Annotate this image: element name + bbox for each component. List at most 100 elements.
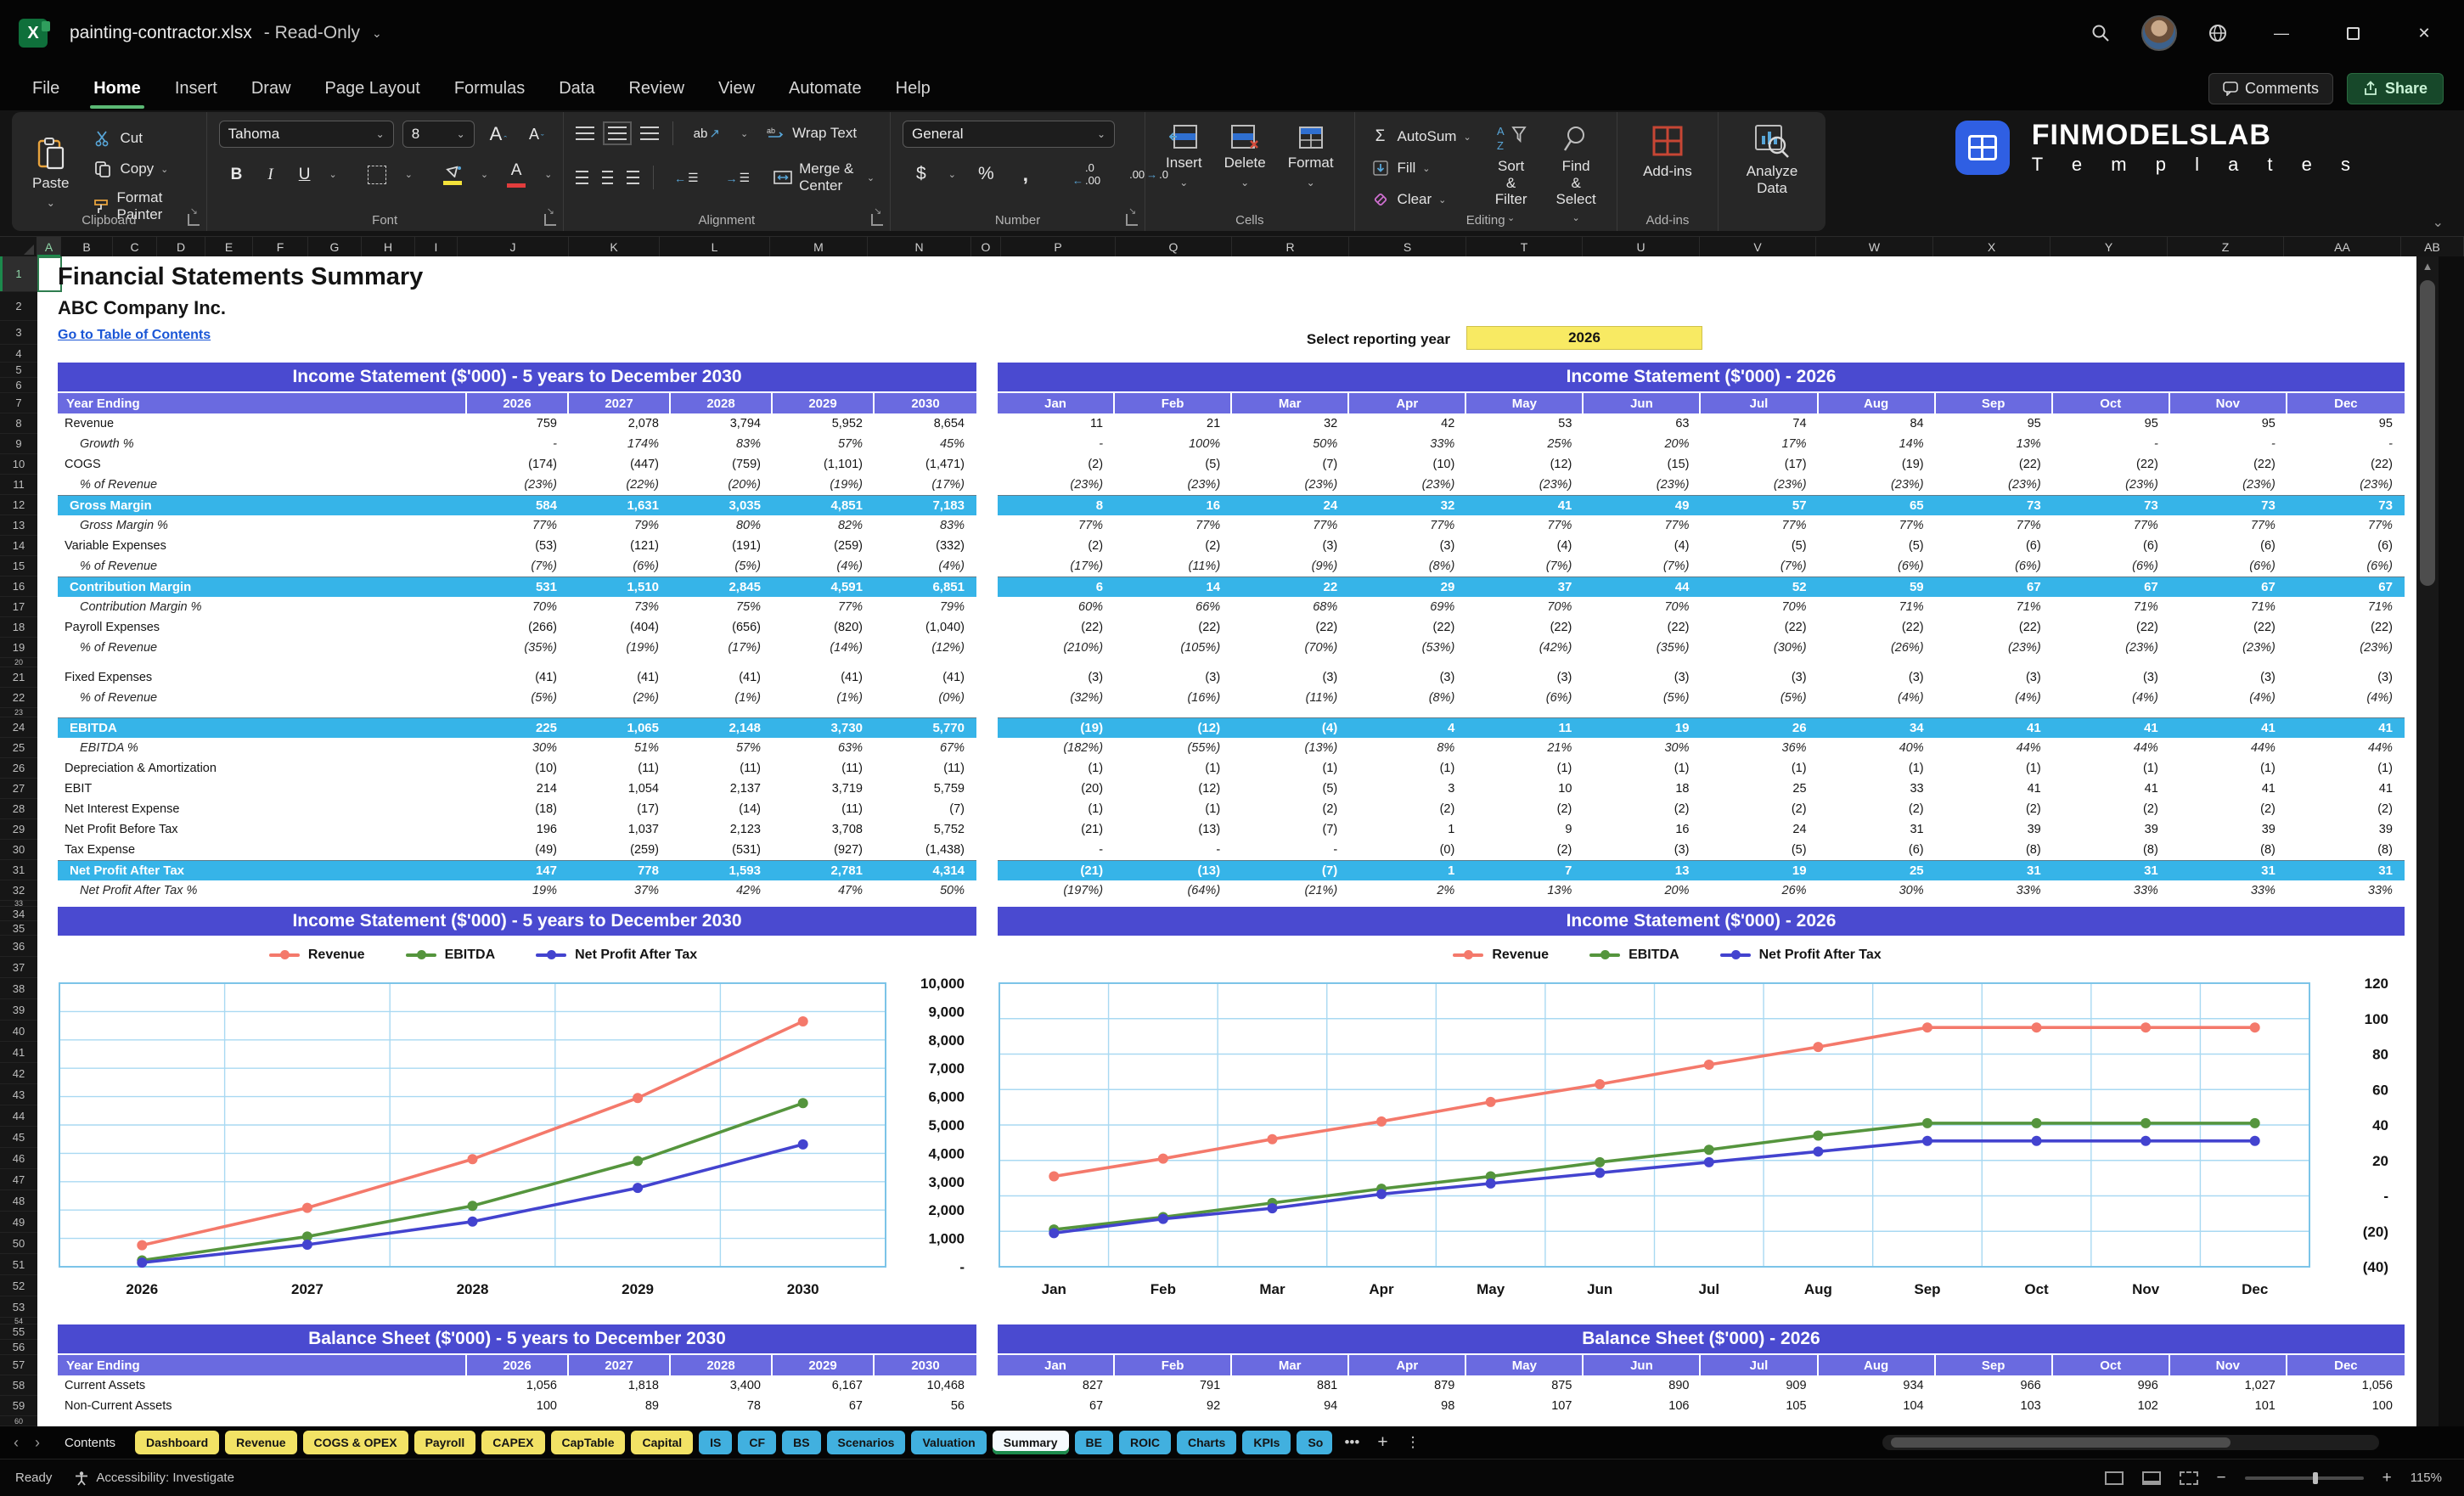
value-cell[interactable]: (1%) xyxy=(671,691,773,705)
value-cell[interactable]: (259) xyxy=(569,843,671,857)
value-cell[interactable]: 4 xyxy=(1349,721,1466,735)
value-cell[interactable]: 196 xyxy=(467,823,569,836)
value-cell[interactable]: (21) xyxy=(998,823,1115,836)
value-cell[interactable]: (13) xyxy=(1115,823,1232,836)
value-cell[interactable]: 39 xyxy=(2053,823,2170,836)
value-cell[interactable]: 70% xyxy=(467,600,569,614)
cut-button[interactable]: Cut xyxy=(89,126,194,151)
row-header-46[interactable]: 46 xyxy=(0,1148,37,1169)
value-cell[interactable]: 106 xyxy=(1584,1399,1701,1413)
select-all-corner[interactable] xyxy=(0,237,37,257)
value-cell[interactable]: 909 xyxy=(1701,1379,1818,1392)
font-name-select[interactable]: Tahoma ⌄ xyxy=(218,121,394,148)
value-cell[interactable]: 3,400 xyxy=(671,1379,773,1392)
ribbon-tab-draw[interactable]: Draw xyxy=(234,72,308,105)
value-cell[interactable]: (2) xyxy=(1232,802,1349,816)
income-statement-annual-chart[interactable]: Income Statement ($'000) - 5 years to De… xyxy=(58,907,976,1321)
delete-cells-button[interactable]: Delete ⌄ xyxy=(1216,121,1274,192)
align-right-icon[interactable] xyxy=(626,171,640,184)
value-cell[interactable]: (3) xyxy=(2053,671,2170,684)
clear-button[interactable]: Clear ⌄ xyxy=(1367,187,1475,212)
value-cell[interactable]: (174) xyxy=(467,458,569,471)
value-cell[interactable]: (1) xyxy=(1819,762,1936,775)
value-cell[interactable]: (3) xyxy=(1701,671,1818,684)
value-cell[interactable]: 225 xyxy=(467,721,569,735)
value-cell[interactable]: (4) xyxy=(1584,539,1701,553)
value-cell[interactable]: 25% xyxy=(1466,437,1584,451)
value-cell[interactable]: (2) xyxy=(2170,802,2287,816)
value-cell[interactable]: 20% xyxy=(1584,884,1701,897)
row-header-9[interactable]: 9 xyxy=(0,434,37,454)
row-label-cell[interactable]: Revenue xyxy=(58,417,467,430)
value-cell[interactable]: 759 xyxy=(467,417,569,430)
sheet-tab-revenue[interactable]: Revenue xyxy=(225,1431,297,1454)
row-label-cell[interactable]: % of Revenue xyxy=(58,560,467,573)
value-cell[interactable]: 31 xyxy=(1819,823,1936,836)
value-cell[interactable]: (6) xyxy=(1936,539,2053,553)
ribbon-tab-automate[interactable]: Automate xyxy=(772,72,879,105)
value-cell[interactable]: (656) xyxy=(671,621,773,634)
value-cell[interactable]: 966 xyxy=(1936,1379,2053,1392)
value-cell[interactable]: 3 xyxy=(1349,782,1466,796)
column-header-H[interactable]: H xyxy=(362,237,415,257)
value-cell[interactable]: (9%) xyxy=(1232,560,1349,573)
value-cell[interactable]: 41 xyxy=(2287,782,2405,796)
column-header-J[interactable]: J xyxy=(458,237,569,257)
value-cell[interactable]: (4) xyxy=(1232,721,1349,735)
row-header-31[interactable]: 31 xyxy=(0,860,37,880)
ribbon-tab-file[interactable]: File xyxy=(15,72,76,105)
value-cell[interactable]: (5%) xyxy=(671,560,773,573)
value-cell[interactable]: (64%) xyxy=(1115,884,1232,897)
column-header-V[interactable]: V xyxy=(1700,237,1816,257)
value-cell[interactable]: (11) xyxy=(773,762,875,775)
value-cell[interactable]: (23%) xyxy=(2170,478,2287,492)
row-header-34[interactable]: 34 xyxy=(0,907,37,921)
value-cell[interactable]: (41) xyxy=(773,671,875,684)
value-cell[interactable]: (5) xyxy=(1819,539,1936,553)
column-header-A[interactable]: A xyxy=(37,237,61,257)
value-cell[interactable]: 2,845 xyxy=(671,580,773,594)
value-cell[interactable]: (53) xyxy=(467,539,569,553)
value-cell[interactable]: 21 xyxy=(1115,417,1232,430)
value-cell[interactable]: (4%) xyxy=(1819,691,1936,705)
share-button[interactable]: Share xyxy=(2346,72,2444,104)
row-label-cell[interactable]: Contribution Margin xyxy=(58,580,467,594)
borders-button[interactable] xyxy=(361,164,393,186)
row-header-21[interactable]: 21 xyxy=(0,667,37,688)
value-cell[interactable]: 56 xyxy=(875,1399,976,1413)
value-cell[interactable]: (41) xyxy=(671,671,773,684)
value-cell[interactable]: 73 xyxy=(2170,498,2287,513)
value-cell[interactable]: 95 xyxy=(1936,417,2053,430)
column-header-L[interactable]: L xyxy=(660,237,770,257)
income-statement-monthly-chart[interactable]: Income Statement ($'000) - 2026 Revenue EB… xyxy=(998,907,2405,1321)
table-column-header[interactable]: Aug xyxy=(1818,393,1936,413)
value-cell[interactable]: 2,781 xyxy=(773,863,875,878)
value-cell[interactable]: 26% xyxy=(1701,884,1818,897)
value-cell[interactable]: 98 xyxy=(1349,1399,1466,1413)
value-cell[interactable]: 101 xyxy=(2170,1399,2287,1413)
row-label-cell[interactable]: Tax Expense xyxy=(58,843,467,857)
row-label-cell[interactable]: Growth % xyxy=(58,437,467,451)
value-cell[interactable]: 44 xyxy=(1584,580,1701,594)
value-cell[interactable]: 33 xyxy=(1819,782,1936,796)
value-cell[interactable]: 77% xyxy=(1819,519,1936,532)
value-cell[interactable]: 39 xyxy=(2170,823,2287,836)
value-cell[interactable]: (8%) xyxy=(1349,560,1466,573)
row-header-14[interactable]: 14 xyxy=(0,536,37,556)
underline-button[interactable]: U xyxy=(292,164,318,186)
value-cell[interactable]: (3) xyxy=(1584,843,1701,857)
value-cell[interactable]: (2%) xyxy=(569,691,671,705)
insert-cells-button[interactable]: Insert ⌄ xyxy=(1157,121,1211,192)
value-cell[interactable]: 79% xyxy=(875,600,976,614)
value-cell[interactable]: (2) xyxy=(1584,802,1701,816)
value-cell[interactable]: (3) xyxy=(1584,671,1701,684)
value-cell[interactable]: (5) xyxy=(1115,458,1232,471)
row-header-3[interactable]: 3 xyxy=(0,321,37,345)
value-cell[interactable]: (17%) xyxy=(875,478,976,492)
row-header-38[interactable]: 38 xyxy=(0,978,37,999)
ribbon-tab-page-layout[interactable]: Page Layout xyxy=(308,72,437,105)
value-cell[interactable]: (7%) xyxy=(1466,560,1584,573)
value-cell[interactable]: (259) xyxy=(773,539,875,553)
value-cell[interactable]: 2,078 xyxy=(569,417,671,430)
column-header-E[interactable]: E xyxy=(205,237,253,257)
